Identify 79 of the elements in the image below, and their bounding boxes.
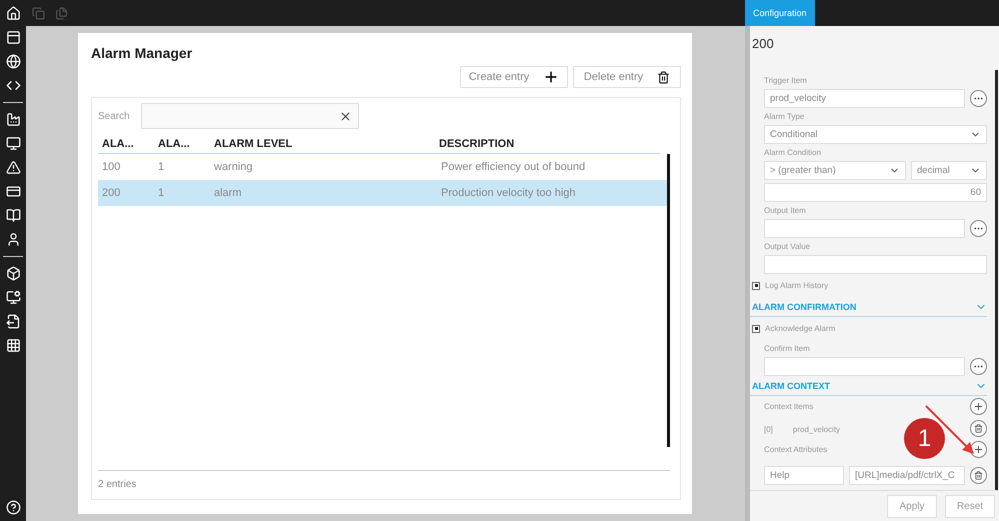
entry-count: 2 entries [98, 479, 136, 490]
checkbox[interactable] [752, 324, 760, 332]
monitor-icon[interactable] [6, 136, 20, 151]
monitor-settings-icon[interactable] [6, 290, 20, 305]
clear-icon[interactable] [339, 110, 352, 122]
code-icon[interactable] [6, 78, 20, 93]
plus-icon [973, 401, 984, 412]
column-header[interactable]: ALA... [98, 129, 154, 154]
factory-icon[interactable] [6, 112, 20, 127]
table-cell-text: Power efficiency out of bound [440, 161, 586, 173]
delete-button[interactable]: Delete entry [573, 66, 681, 88]
plus-icon [543, 69, 560, 85]
add-button[interactable] [970, 398, 987, 415]
table-cell-text: warning [213, 161, 254, 173]
panel-icon[interactable] [6, 30, 20, 45]
select-field[interactable]: Conditional [764, 125, 987, 144]
warning-icon[interactable] [6, 160, 20, 175]
field-label: Trigger Item [763, 75, 808, 87]
field-label: Alarm Condition [763, 147, 822, 159]
grid-icon[interactable] [6, 338, 20, 353]
section-header[interactable]: ALARM CONFIRMATION [750, 297, 987, 317]
checkbox-label: Log Alarm History [765, 281, 828, 290]
configuration-tab[interactable]: Configuration [745, 0, 815, 26]
section-header[interactable]: ALARM CONTEXT [750, 376, 987, 396]
panel-button[interactable]: Apply [887, 495, 937, 518]
select-field[interactable]: > (greater than) [764, 161, 906, 180]
panel-button[interactable]: Reset [945, 495, 995, 518]
table-cell-text: Production velocity too high [440, 187, 577, 199]
plus-icon [973, 444, 984, 455]
column-header[interactable]: ALARM LEVEL [210, 129, 435, 154]
list-index: [0] [764, 425, 773, 434]
text-field[interactable] [764, 357, 965, 376]
book-icon[interactable] [6, 208, 20, 223]
text-field[interactable] [764, 255, 987, 274]
text-field[interactable] [764, 219, 965, 238]
column-header[interactable]: ALA... [154, 129, 210, 154]
delete-button[interactable] [970, 420, 987, 436]
table-cell-text: 100 [101, 161, 122, 173]
help-icon[interactable] [6, 500, 20, 515]
create-button[interactable]: Create entry [460, 66, 568, 88]
table-cell-text: alarm [213, 187, 243, 199]
table-row[interactable]: 200 1 alarm Production velocity too high [98, 180, 667, 206]
table-cell-text: 1 [157, 161, 166, 173]
page-title: Alarm Manager [91, 45, 194, 63]
checkbox-label: Acknowledge Alarm [765, 324, 836, 333]
field-label: Output Item [763, 205, 807, 217]
list-label: Context Items [764, 402, 814, 411]
trash-icon [974, 424, 983, 432]
table-cell-text: 200 [101, 187, 122, 199]
column-header[interactable]: DESCRIPTION [435, 129, 660, 154]
search-label: Search [98, 110, 128, 122]
trash-icon [657, 70, 670, 84]
checkbox[interactable] [752, 282, 760, 290]
table-row[interactable]: 100 1 warning Power efficiency out of bound [98, 154, 667, 180]
field-label: Confirm Item [763, 343, 811, 355]
browse-button[interactable] [970, 90, 987, 107]
browse-button[interactable] [970, 358, 987, 375]
browse-button[interactable] [970, 220, 987, 237]
table-cell-text: 1 [157, 187, 166, 199]
attribute-value-field[interactable]: [URL]media/pdf/ctrlX_C [849, 466, 965, 485]
delete-button[interactable] [970, 467, 987, 484]
cube-icon[interactable] [6, 266, 20, 281]
card-icon[interactable] [6, 184, 20, 199]
globe-icon[interactable] [6, 54, 20, 69]
attribute-key-field[interactable]: Help [764, 466, 844, 485]
trash-icon [974, 471, 983, 480]
select-field[interactable]: decimal [911, 161, 987, 180]
user-icon[interactable] [6, 232, 20, 247]
search-field[interactable] [141, 103, 359, 129]
text-field[interactable]: prod_velocity [764, 89, 965, 108]
field-label: Alarm Type [763, 111, 806, 123]
export-icon[interactable] [6, 314, 20, 329]
list-label: Context Attributes [764, 445, 828, 454]
add-button[interactable] [970, 441, 987, 458]
number-field[interactable]: 60 [764, 183, 987, 202]
field-label: Output Value [763, 241, 812, 253]
home-icon[interactable] [6, 6, 20, 21]
panel-title: 200 [752, 36, 774, 51]
list-value: prod_velocity [792, 425, 840, 434]
